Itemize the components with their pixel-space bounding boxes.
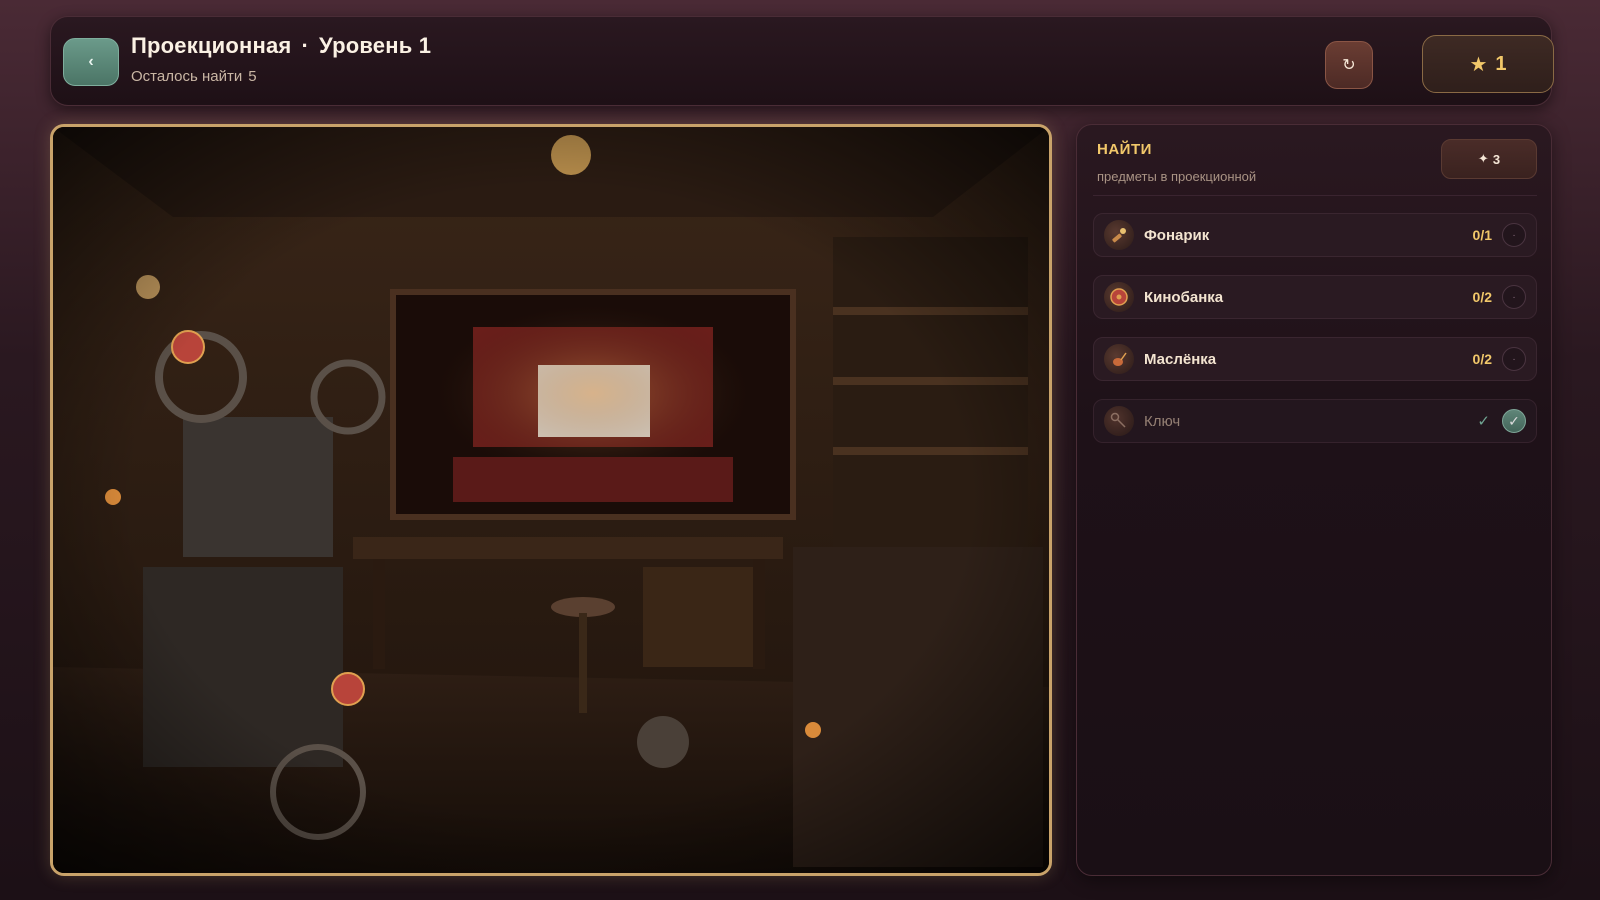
- item-status-dot: ·: [1502, 285, 1526, 309]
- remaining-text: Осталось найти 5: [131, 68, 431, 85]
- star-icon: ★: [1469, 53, 1488, 76]
- hint-count: 3: [1492, 151, 1501, 167]
- projection-room-scene: [53, 127, 1049, 873]
- location-name: Проекционная: [131, 33, 292, 58]
- vignette-overlay: [53, 127, 1049, 873]
- score-badge: ★ 1: [1422, 35, 1554, 93]
- title-block: Проекционная · Уровень 1 Осталось найти 5: [131, 33, 431, 85]
- panel-subtitle: предметы в проекционной: [1097, 169, 1257, 184]
- panel-divider: [1093, 195, 1537, 196]
- restart-icon: ↻: [1342, 57, 1356, 74]
- item-progress: 0/2: [1472, 289, 1492, 305]
- item-status-dot: ·: [1502, 223, 1526, 247]
- item-progress: 0/2: [1472, 351, 1492, 367]
- find-item-flashlight[interactable]: Фонарик 0/1 ·: [1093, 213, 1537, 257]
- item-label: Фонарик: [1144, 226, 1210, 244]
- title-separator: ·: [301, 33, 310, 58]
- oil-can-icon: [1104, 344, 1134, 374]
- flashlight-icon: [1104, 220, 1134, 250]
- sparkle-icon: ✦: [1477, 151, 1489, 166]
- back-button[interactable]: ‹: [63, 38, 119, 86]
- remaining-count: 5: [248, 68, 257, 85]
- level-name: Уровень 1: [319, 33, 432, 58]
- find-item-oil-can[interactable]: Маслёнка 0/2 ·: [1093, 337, 1537, 381]
- restart-button[interactable]: ↻: [1325, 41, 1373, 89]
- panel-header: НАЙТИ предметы в проекционной: [1097, 141, 1256, 184]
- top-bar: ‹ Проекционная · Уровень 1 Осталось найти 5…: [50, 16, 1554, 106]
- page-title: Проекционная · Уровень 1: [131, 33, 431, 59]
- hint-button[interactable]: ✦ 3: [1441, 139, 1537, 179]
- item-label: Ключ: [1144, 412, 1181, 430]
- film-can-icon: [1104, 282, 1134, 312]
- item-status-dot: ·: [1502, 347, 1526, 371]
- item-label: Кинобанка: [1144, 288, 1224, 306]
- find-item-key[interactable]: Ключ ✓ ✓: [1093, 399, 1537, 443]
- item-progress: 0/1: [1472, 227, 1492, 243]
- hidden-object-scene[interactable]: [50, 124, 1052, 876]
- score-value: 1: [1495, 52, 1507, 75]
- key-icon: [1104, 406, 1134, 436]
- found-check-icon: ✓: [1477, 413, 1490, 430]
- find-item-film-can[interactable]: Кинобанка 0/2 ·: [1093, 275, 1537, 319]
- panel-title: НАЙТИ: [1097, 141, 1152, 158]
- item-list: Фонарик 0/1 · Кинобанка 0/2 · Маслёнка 0…: [1093, 213, 1537, 461]
- remaining-label: Осталось найти: [131, 68, 243, 85]
- item-status-dot: ✓: [1502, 409, 1526, 433]
- find-list-panel: НАЙТИ предметы в проекционной ✦ 3 Фонари…: [1076, 124, 1552, 876]
- item-label: Маслёнка: [1144, 350, 1217, 368]
